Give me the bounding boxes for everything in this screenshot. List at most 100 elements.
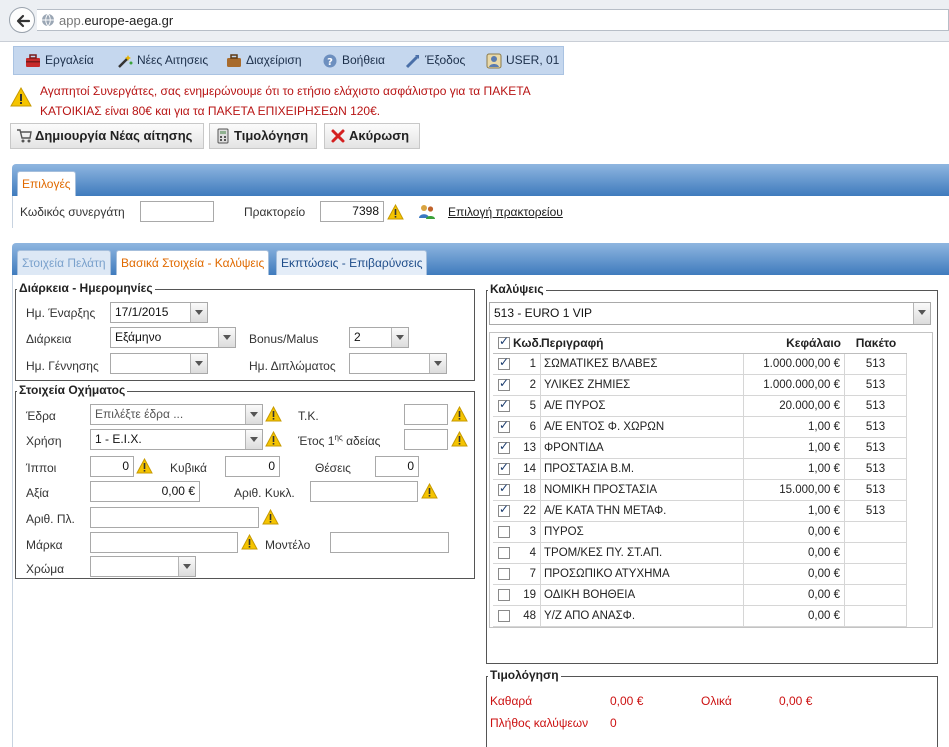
color-label: Χρώμα — [26, 562, 65, 576]
horsepower-input[interactable]: 0 — [90, 456, 134, 477]
value-input[interactable]: 0,00 € — [90, 481, 200, 502]
browser-toolbar: app.europe-aega.gr — [0, 0, 949, 42]
cell-capital: 1,00 € — [744, 438, 845, 458]
coverage-checkbox[interactable] — [498, 526, 510, 538]
invoice-fieldset — [486, 676, 938, 747]
license-date-picker[interactable] — [349, 353, 447, 374]
coverage-checkbox[interactable] — [498, 502, 510, 517]
chevron-down-icon — [178, 557, 195, 576]
cell-package — [845, 585, 907, 605]
birth-date-picker[interactable] — [110, 353, 208, 374]
menu-help[interactable]: ? Βοήθεια — [316, 47, 385, 74]
invoicing-button[interactable]: Τιμολόγηση — [209, 123, 317, 149]
table-row[interactable]: 1ΣΩΜΑΤΙΚΕΣ ΒΛΑΒΕΣ1.000.000,00 €513 — [493, 354, 907, 375]
value-label: Αξία — [26, 486, 49, 500]
chevron-down-icon — [190, 303, 207, 322]
coverage-checkbox[interactable] — [498, 418, 510, 433]
briefcase-icon — [227, 54, 241, 67]
menu-user[interactable]: USER, 01 — [480, 47, 559, 74]
menu-exit[interactable]: Έξοδος — [399, 47, 465, 74]
table-row[interactable]: 7 ΠΡΟΣΩΠΙΚΟ ΑΤΥΧΗΜΑ 0,00 € — [493, 564, 907, 585]
duration-legend: Διάρκεια - Ημερομηνίες — [17, 281, 155, 295]
table-row[interactable]: 48 Υ/Ζ ΑΠΟ ΑΝΑΣΦ. 0,00 € — [493, 606, 907, 627]
cc-input[interactable]: 0 — [225, 456, 280, 477]
package-select[interactable]: 513 - EURO 1 VIP — [489, 302, 931, 325]
cell-description: ΥΛΙΚΕΣ ΖΗΜΙΕΣ — [541, 375, 744, 395]
postcode-input[interactable] — [404, 404, 448, 425]
model-input[interactable] — [330, 532, 449, 553]
table-row[interactable]: 2ΥΛΙΚΕΣ ΖΗΜΙΕΣ1.000.000,00 €513 — [493, 375, 907, 396]
table-row[interactable]: 4 ΤΡΟΜ/ΚΕΣ ΠΥ. ΣΤ.ΑΠ. 0,00 € — [493, 543, 907, 564]
warning-icon — [451, 431, 468, 447]
notice-line-1: Αγαπητοί Συνεργάτες, σας ενημερώνουμε ότ… — [40, 84, 531, 98]
cart-icon — [17, 129, 32, 143]
select-all-checkbox[interactable] — [498, 334, 510, 349]
coverage-checkbox[interactable] — [498, 439, 510, 454]
plate-input[interactable] — [90, 507, 259, 528]
tab-basic-coverages[interactable]: Βασικά Στοιχεία - Καλύψεις — [116, 250, 270, 275]
coverage-checkbox[interactable] — [498, 376, 510, 391]
duration-select[interactable]: Εξάμηνο — [110, 327, 236, 348]
cell-description: ΤΡΟΜ/ΚΕΣ ΠΥ. ΣΤ.ΑΠ. — [541, 543, 744, 563]
coverage-checkbox[interactable] — [498, 589, 510, 601]
first-license-year-input[interactable] — [404, 429, 448, 450]
cell-capital: 0,00 € — [744, 564, 845, 584]
tab-customer[interactable]: Στοιχεία Πελάτη — [17, 250, 111, 275]
tab-options[interactable]: Επιλογές — [17, 171, 76, 196]
table-row[interactable]: 3 ΠΥΡΟΣ 0,00 € — [493, 522, 907, 543]
chevron-down-icon — [391, 328, 408, 347]
cell-capital: 1.000.000,00 € — [744, 354, 845, 374]
table-row[interactable]: 18ΝΟΜΙΚΗ ΠΡΟΣΤΑΣΙΑ15.000,00 €513 — [493, 480, 907, 501]
coverage-checkbox[interactable] — [498, 547, 510, 559]
seat-select[interactable]: Επιλέξτε έδρα ... — [90, 404, 263, 425]
partner-code-label: Κωδικός συνεργάτη — [20, 205, 125, 219]
partner-code-input[interactable] — [140, 201, 214, 222]
use-select[interactable]: 1 - Ε.Ι.Χ. — [90, 429, 263, 450]
coverage-count-value: 0 — [610, 716, 617, 730]
menu-tools[interactable]: Εργαλεία — [19, 47, 94, 74]
new-application-button[interactable]: Δημιουργία Νέας αίτησης — [10, 123, 204, 149]
coverage-checkbox[interactable] — [498, 568, 510, 580]
cancel-button[interactable]: Ακύρωση — [324, 123, 420, 149]
coverage-checkbox[interactable] — [498, 355, 510, 370]
agency-input[interactable]: 7398 — [320, 201, 384, 222]
table-row[interactable]: 5Α/Ε ΠΥΡΟΣ20.000,00 €513 — [493, 396, 907, 417]
color-select[interactable] — [90, 556, 196, 577]
menu-new-applications[interactable]: Νέες Αιτησεις — [111, 47, 208, 74]
table-row[interactable]: 22Α/Ε ΚΑΤΑ ΤΗΝ ΜΕΤΑΦ.1,00 €513 — [493, 501, 907, 522]
address-bar[interactable]: app.europe-aega.gr — [37, 9, 949, 31]
menu-management[interactable]: Διαχείριση — [220, 47, 302, 74]
table-row[interactable]: 13ΦΡΟΝΤΙΔΑ1,00 €513 — [493, 438, 907, 459]
table-header: Κωδ. Περιγραφή Κεφάλαιο Πακέτο — [493, 333, 907, 354]
back-button[interactable] — [9, 7, 35, 33]
coverage-count-label: Πλήθος καλύψεων — [490, 716, 589, 730]
cell-capital: 1,00 € — [744, 501, 845, 521]
brand-input[interactable] — [90, 532, 238, 553]
cell-package — [845, 522, 907, 542]
table-row[interactable]: 19 ΟΔΙΚΗ ΒΟΗΘΕΙΑ 0,00 € — [493, 585, 907, 606]
warning-icon — [241, 534, 258, 550]
select-agency-link[interactable]: Επιλογή πρακτορείου — [448, 205, 563, 219]
warning-icon — [421, 483, 438, 499]
coverage-checkbox[interactable] — [498, 397, 510, 412]
net-label: Καθαρά — [490, 694, 533, 708]
table-row[interactable]: 14ΠΡΟΣΤΑΣΙΑ Β.Μ.1,00 €513 — [493, 459, 907, 480]
header-code: Κωδ. — [513, 336, 541, 350]
circulation-number-label: Αριθ. Κυκλ. — [234, 486, 295, 500]
seats-input[interactable]: 0 — [375, 456, 419, 477]
cell-description: ΝΟΜΙΚΗ ΠΡΟΣΤΑΣΙΑ — [541, 480, 744, 500]
cell-code: 18 — [513, 480, 541, 500]
coverage-checkbox[interactable] — [498, 610, 510, 622]
coverage-checkbox[interactable] — [498, 481, 510, 496]
circulation-number-input[interactable] — [310, 481, 418, 502]
coverage-checkbox[interactable] — [498, 460, 510, 475]
cell-package: 513 — [845, 459, 907, 479]
start-date-picker[interactable]: 17/1/2015 — [110, 302, 208, 323]
people-icon[interactable] — [418, 203, 436, 220]
warning-icon — [136, 458, 153, 474]
cell-code: 6 — [513, 417, 541, 437]
tab-discounts[interactable]: Εκπτώσεις - Επιβαρύνσεις — [276, 250, 428, 275]
table-row[interactable]: 6Α/Ε ΕΝΤΟΣ Φ. ΧΩΡΩΝ1,00 €513 — [493, 417, 907, 438]
bonus-malus-select[interactable]: 2 — [349, 327, 409, 348]
options-tabstrip: Επιλογές — [12, 164, 949, 196]
